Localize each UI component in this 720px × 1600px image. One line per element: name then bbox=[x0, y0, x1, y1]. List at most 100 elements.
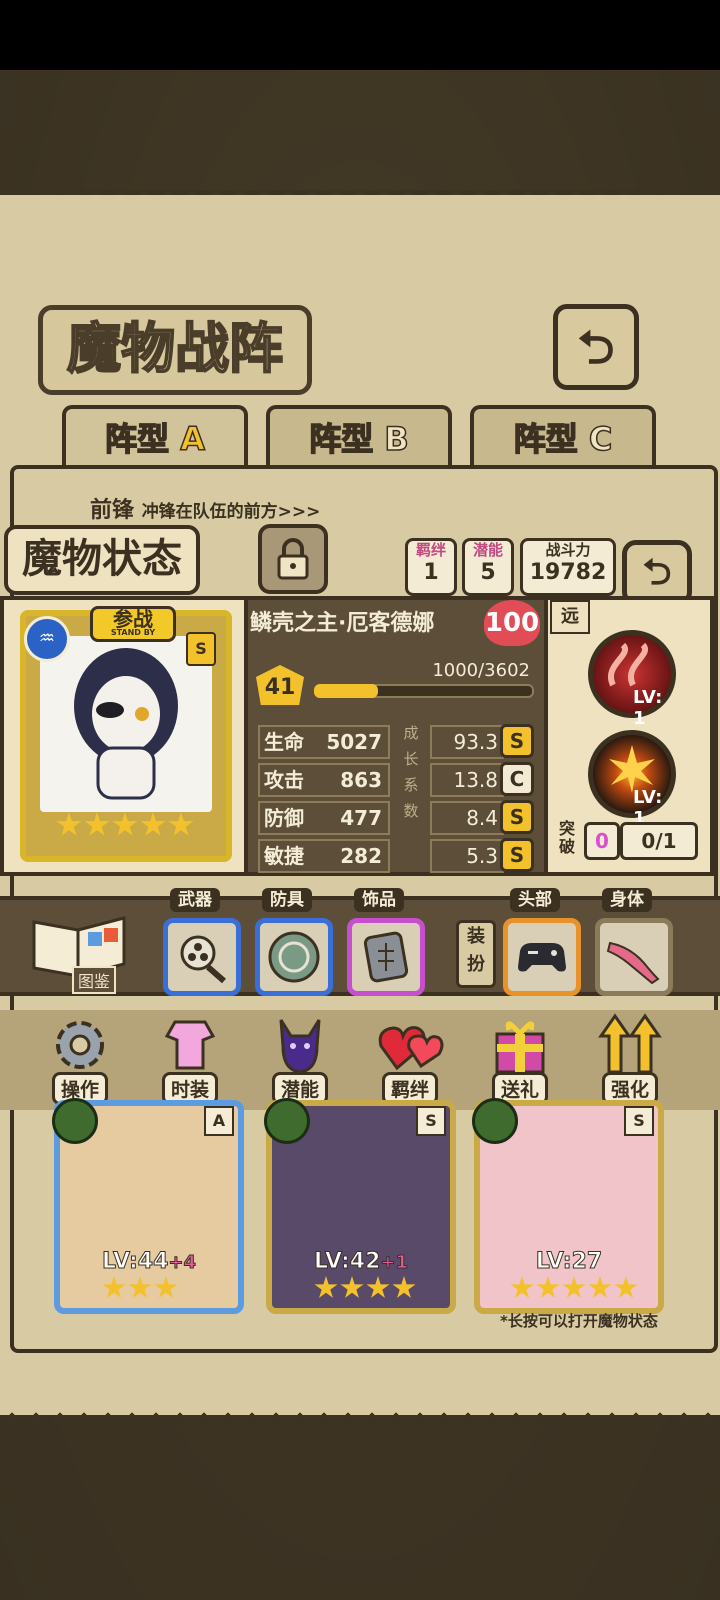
hint-text: *长按可以打开魔物状态 bbox=[500, 1312, 658, 1330]
gear-icon bbox=[45, 1010, 115, 1080]
slot-label-body: 身体 bbox=[602, 888, 652, 912]
star-icon bbox=[614, 1276, 638, 1298]
growth-hp: 93.3 bbox=[430, 725, 504, 759]
tab-label: 阵型 bbox=[104, 419, 170, 459]
bond-badge: 羁绊 1 bbox=[405, 538, 457, 596]
weapon-slot[interactable] bbox=[163, 918, 241, 996]
slot-label-armor: 防具 bbox=[262, 888, 312, 912]
star-icon bbox=[510, 1276, 534, 1298]
tab-label: 阵型 bbox=[513, 419, 579, 459]
growth-agi: 5.3 bbox=[430, 839, 504, 873]
star-icon bbox=[392, 1276, 416, 1298]
rank-badge: A bbox=[204, 1106, 234, 1136]
skill-serpent[interactable]: LV: 1 bbox=[588, 630, 676, 729]
star-icon bbox=[536, 1276, 560, 1298]
skill-burst[interactable]: LV: 1 bbox=[588, 730, 676, 829]
member-stars bbox=[102, 1276, 202, 1304]
slot-label-accessory: 饰品 bbox=[354, 888, 404, 912]
up-arrows-icon bbox=[595, 1010, 665, 1080]
lock-icon bbox=[277, 538, 309, 580]
growth-def: 8.4 bbox=[430, 801, 504, 835]
team-member-2[interactable]: S LV:42+1 bbox=[264, 1098, 456, 1314]
burst-icon bbox=[609, 745, 655, 793]
head-slot[interactable] bbox=[503, 918, 581, 996]
back-arrow-icon: ⮌ bbox=[577, 320, 615, 374]
star-icon bbox=[588, 1276, 612, 1298]
grade-agi: S bbox=[500, 838, 534, 872]
leaf-element-icon bbox=[264, 1098, 310, 1144]
star-icon bbox=[84, 812, 110, 836]
accessory-slot[interactable] bbox=[347, 918, 425, 996]
exp-bar-fill bbox=[314, 684, 378, 698]
team-member-1[interactable]: A LV:44+4 bbox=[52, 1098, 244, 1314]
shadow-demon-icon bbox=[265, 1010, 335, 1080]
lock-button[interactable] bbox=[258, 524, 328, 594]
position-label: 前锋 冲锋在队伍的前方>>> bbox=[90, 498, 321, 523]
tab-label: 阵型 bbox=[308, 419, 374, 459]
stat-row-hp: 生命 5027 bbox=[258, 725, 390, 759]
tab-formation-c[interactable]: 阵型 C bbox=[470, 405, 656, 469]
rank-badge: S bbox=[624, 1106, 654, 1136]
stat-row-def: 防御 477 bbox=[258, 801, 390, 835]
star-rating bbox=[56, 812, 196, 846]
tab-letter: C bbox=[588, 419, 613, 459]
tab-formation-a[interactable]: 阵型 A bbox=[62, 405, 248, 469]
position-description: 冲锋在队伍的前方>>> bbox=[141, 502, 321, 522]
breakthrough-progress: 0/1 bbox=[620, 822, 698, 860]
action-operate[interactable]: 操作 bbox=[40, 1010, 120, 1106]
pink-scarf-icon bbox=[606, 941, 660, 985]
action-enhance[interactable]: 强化 bbox=[590, 1010, 670, 1106]
tab-letter: A bbox=[179, 419, 205, 459]
growth-coefficient-label: 成长系数 bbox=[403, 724, 419, 820]
star-icon bbox=[168, 812, 194, 836]
top-band bbox=[0, 70, 720, 195]
bottom-band bbox=[0, 1415, 720, 1600]
breakthrough-label: 突破 bbox=[558, 819, 575, 856]
member-level: LV:44+4 bbox=[101, 1249, 197, 1275]
action-bond[interactable]: 羁绊 bbox=[370, 1010, 450, 1106]
character-name: 鳞壳之主·厄客德娜 bbox=[250, 611, 435, 636]
member-stars bbox=[510, 1276, 640, 1304]
tab-letter: B bbox=[384, 419, 410, 459]
codex-button[interactable]: 图鉴 bbox=[28, 910, 132, 994]
gift-box-icon bbox=[485, 1010, 555, 1080]
member-level: LV:27 bbox=[535, 1249, 603, 1275]
emblem-shield-icon bbox=[268, 931, 320, 983]
growth-atk: 13.8 bbox=[430, 763, 504, 797]
action-potential[interactable]: 潜能 bbox=[260, 1010, 340, 1106]
slot-label-head: 头部 bbox=[510, 888, 560, 912]
star-icon bbox=[366, 1276, 390, 1298]
star-icon bbox=[314, 1276, 338, 1298]
star-icon bbox=[102, 1276, 126, 1298]
stone-tablet-icon bbox=[363, 931, 409, 983]
range-badge: 远 bbox=[550, 600, 590, 634]
stat-row-agi: 敏捷 282 bbox=[258, 839, 390, 873]
team-member-3[interactable]: S LV:27 bbox=[472, 1098, 664, 1314]
close-button[interactable]: ⮌ bbox=[553, 304, 639, 390]
star-icon bbox=[140, 812, 166, 836]
star-icon bbox=[340, 1276, 364, 1298]
tab-formation-b[interactable]: 阵型 B bbox=[266, 405, 452, 469]
action-gift[interactable]: 送礼 bbox=[480, 1010, 560, 1106]
water-element-icon: ♒ bbox=[24, 616, 70, 662]
star-icon bbox=[56, 812, 82, 836]
outfit-icon bbox=[155, 1010, 225, 1080]
serpent-icon bbox=[608, 642, 648, 687]
member-stars bbox=[314, 1276, 416, 1304]
star-icon bbox=[562, 1276, 586, 1298]
member-level: LV:42+1 bbox=[313, 1249, 409, 1275]
potential-badge: 潜能 5 bbox=[462, 538, 514, 596]
skill-level: LV: 1 bbox=[633, 687, 663, 729]
armor-slot[interactable] bbox=[255, 918, 333, 996]
hearts-icon bbox=[375, 1010, 445, 1080]
codex-label: 图鉴 bbox=[72, 966, 117, 994]
star-icon bbox=[154, 1276, 178, 1298]
rank-badge: S bbox=[186, 632, 216, 666]
star-icon bbox=[128, 1276, 152, 1298]
outfit-label: 装扮 bbox=[456, 920, 496, 988]
action-fashion[interactable]: 时装 bbox=[150, 1010, 230, 1106]
affinity-heart: 100 bbox=[484, 600, 540, 646]
zigzag-bottom bbox=[0, 1400, 720, 1424]
body-slot[interactable] bbox=[595, 918, 673, 996]
leaf-element-icon bbox=[52, 1098, 98, 1144]
